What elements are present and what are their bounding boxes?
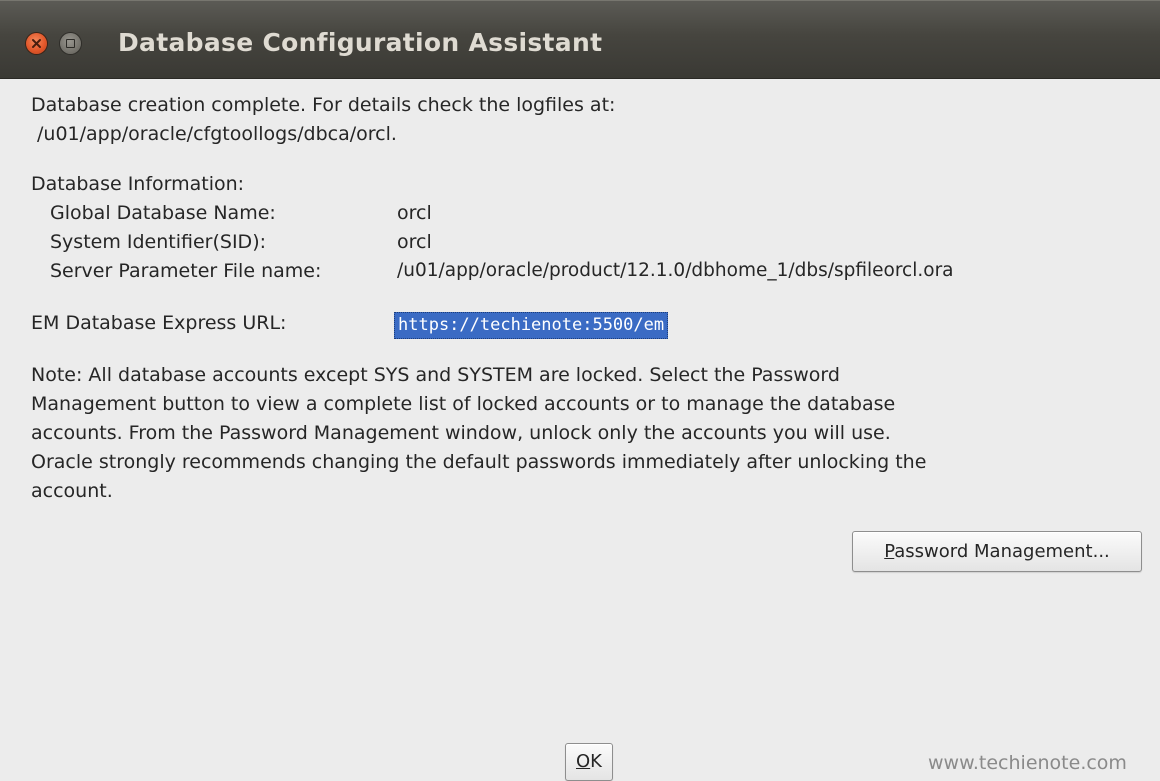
ok-button[interactable]: OK (565, 743, 613, 781)
spfile-value: /u01/app/oracle/product/12.1.0/dbhome_1/… (397, 260, 954, 281)
close-icon[interactable] (26, 33, 47, 54)
note-line: Management button to view a complete lis… (31, 393, 896, 415)
note-line: accounts. From the Password Management w… (31, 422, 891, 444)
password-label: assword Management... (894, 541, 1110, 562)
global-db-name-label: Global Database Name: (50, 202, 276, 224)
ok-label: K (590, 751, 602, 772)
note-text: Note: All database accounts except SYS a… (31, 361, 1141, 506)
database-info-heading: Database Information: (31, 173, 245, 195)
title-bar: Database Configuration Assistant (0, 0, 1160, 79)
sid-label: System Identifier(SID): (50, 231, 267, 253)
em-url-label: EM Database Express URL: (31, 312, 287, 334)
sid-value: orcl (397, 231, 432, 253)
completion-message: Database creation complete. For details … (31, 94, 616, 116)
close-glyph-icon (32, 39, 41, 48)
password-mnemonic: P (884, 541, 895, 562)
note-line: Note: All database accounts except SYS a… (31, 364, 840, 386)
password-management-button[interactable]: Password Management... (852, 531, 1142, 572)
global-db-name-value: orcl (397, 202, 432, 224)
note-line: Oracle strongly recommends changing the … (31, 451, 927, 473)
em-url-field[interactable]: https://techienote:5500/em (394, 312, 669, 339)
ok-mnemonic: O (576, 751, 591, 772)
maximize-icon[interactable] (60, 33, 81, 54)
watermark: www.techienote.com (928, 752, 1127, 774)
note-line: account. (31, 480, 113, 502)
spfile-label: Server Parameter File name: (50, 260, 322, 282)
window-title: Database Configuration Assistant (118, 28, 603, 57)
logfile-path: /u01/app/oracle/cfgtoollogs/dbca/orcl. (37, 123, 397, 145)
